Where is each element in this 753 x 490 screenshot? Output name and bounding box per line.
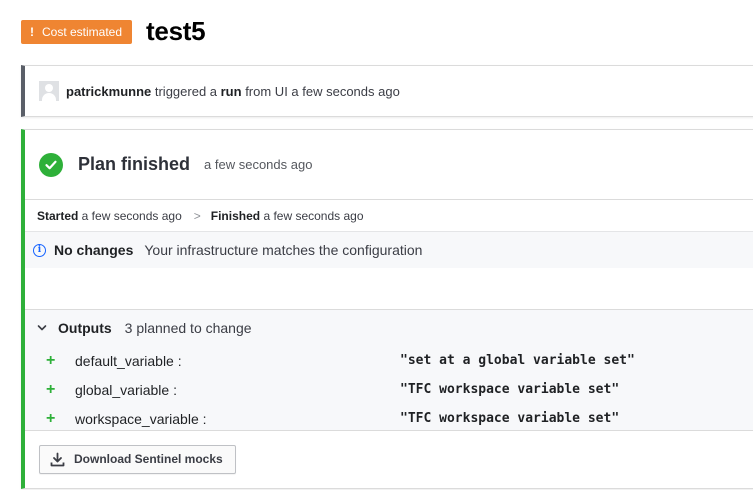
output-row: + default_variable : "set at a global va… [37,346,753,375]
trigger-run-word: run [220,83,242,99]
outputs-section: Outputs 3 planned to change + default_va… [25,310,753,431]
download-sentinel-mocks-button[interactable]: Download Sentinel mocks [39,444,236,474]
cost-estimated-badge[interactable]: ! Cost estimated [21,19,133,44]
section-spacer [25,268,753,310]
badge-label: Cost estimated [42,24,123,39]
plan-timeline: Started a few seconds ago > Finished a f… [25,200,753,232]
outputs-toggle[interactable]: Outputs 3 planned to change [37,310,753,346]
output-name: workspace_variable : [75,410,207,427]
plan-status-title: Plan finished [78,154,191,174]
page-title: test5 [146,16,206,46]
no-changes-text: Your infrastructure matches the configur… [144,242,423,258]
outputs-label: Outputs [58,320,112,336]
plan-time: a few seconds ago [204,157,313,172]
plan-card: Plan finished a few seconds ago Started … [21,129,753,489]
trigger-text: triggered a [151,83,221,99]
output-row: + workspace_variable : "TFC workspace va… [37,404,753,433]
run-trigger-card: patrickmunne triggered a run from UI a f… [21,65,753,117]
info-circle-icon: i [33,243,46,257]
download-button-label: Download Sentinel mocks [74,452,223,466]
started-label: Started [37,208,79,223]
plan-header: Plan finished a few seconds ago [25,130,753,200]
chevron-down-icon [37,324,47,332]
download-icon [50,452,65,467]
outputs-summary: 3 planned to change [124,320,252,336]
plus-icon: + [46,380,56,398]
no-changes-notice: i No changes Your infrastructure matches… [25,232,753,268]
trigger-source: from UI a few seconds ago [241,83,400,99]
finished-time: a few seconds ago [260,208,364,223]
output-value: "TFC workspace variable set" [400,411,620,426]
user-avatar-icon [39,81,59,101]
run-header: ! Cost estimated test5 [21,16,206,47]
output-value: "set at a global variable set" [400,353,635,368]
output-name: default_variable : [75,352,182,369]
no-changes-label: No changes [54,242,134,258]
output-value: "TFC workspace variable set" [400,382,620,397]
plus-icon: + [46,351,56,369]
output-name: global_variable : [75,381,177,398]
plan-actions: Download Sentinel mocks [25,431,753,487]
finished-label: Finished [210,208,261,223]
timeline-separator: > [193,208,201,223]
output-row: + global_variable : "TFC workspace varia… [37,375,753,404]
started-time: a few seconds ago [78,208,182,223]
check-circle-icon [39,152,63,177]
plus-icon: + [46,409,56,427]
trigger-user[interactable]: patrickmunne [66,84,151,99]
exclamation-icon: ! [30,24,34,39]
